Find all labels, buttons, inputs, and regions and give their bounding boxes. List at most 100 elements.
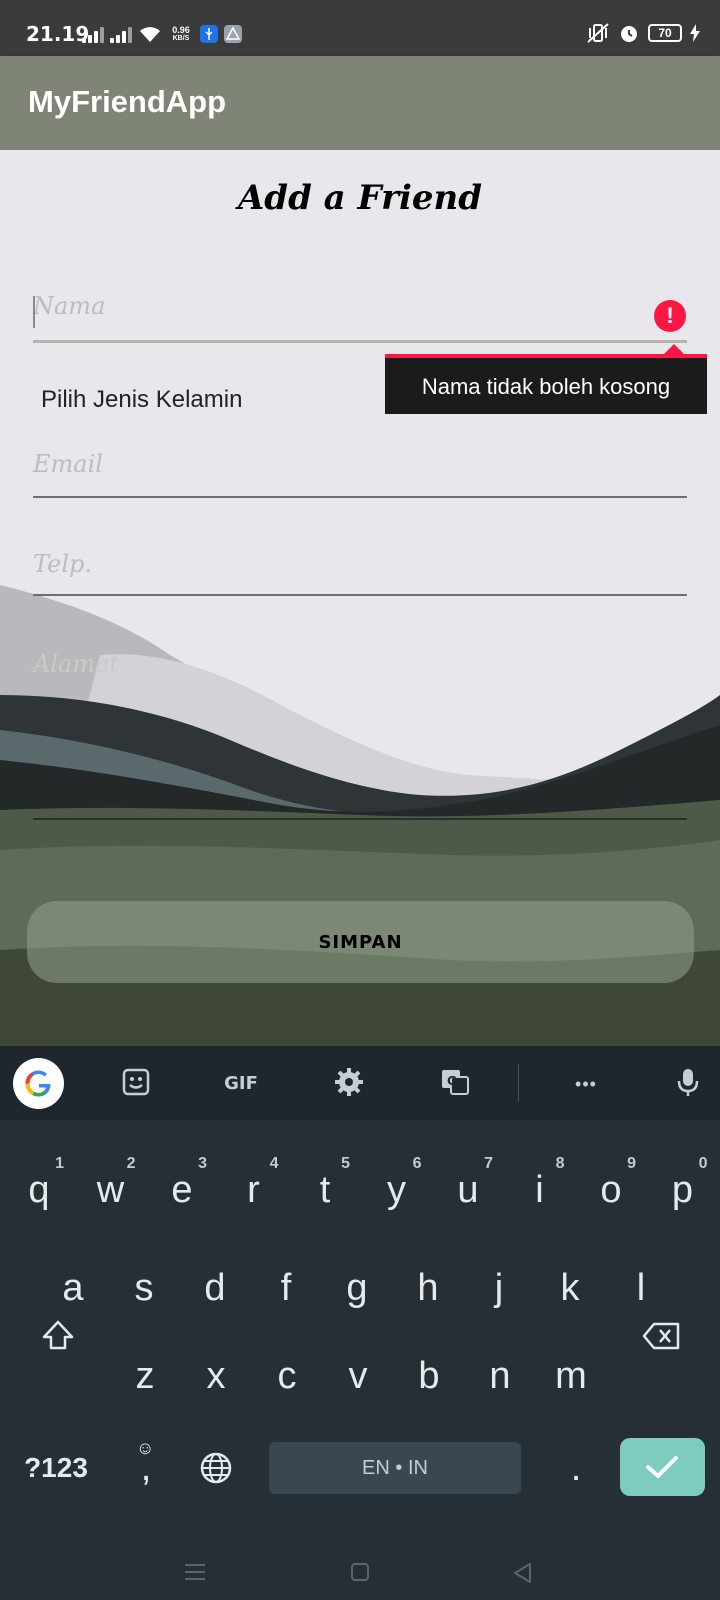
check-icon — [646, 1456, 678, 1478]
key-label: e — [171, 1169, 193, 1211]
home-nav-icon[interactable] — [350, 1562, 370, 1582]
backspace-key[interactable] — [626, 1296, 698, 1376]
key-hint: 7 — [484, 1155, 493, 1172]
key-s[interactable]: s — [109, 1248, 179, 1328]
key-j[interactable]: j — [464, 1248, 534, 1328]
vibrate-icon — [587, 23, 609, 43]
key-hint: 0 — [698, 1155, 708, 1172]
symbols-key[interactable]: ?123 — [14, 1428, 98, 1508]
email-underline — [33, 496, 687, 498]
page-heading: Add a Friend — [237, 178, 483, 218]
key-z[interactable]: z — [110, 1336, 180, 1416]
key-label: q — [28, 1169, 50, 1211]
signal-icon — [82, 25, 104, 43]
key-label: y — [387, 1169, 406, 1211]
gender-spinner[interactable]: Pilih Jenis Kelamin — [41, 386, 242, 414]
phone-placeholder: Telp. — [33, 550, 93, 578]
status-bar: 21.19 0.96 KB/S 70 — [0, 0, 720, 56]
name-placeholder: Nama — [33, 292, 106, 320]
system-nav-bar — [0, 1546, 720, 1600]
battery-icon: 70 — [648, 24, 682, 42]
status-left-icons: 0.96 KB/S — [82, 22, 242, 46]
key-c[interactable]: c — [252, 1336, 322, 1416]
mic-icon[interactable] — [670, 1066, 706, 1102]
app-title: MyFriendApp — [28, 84, 227, 119]
key-label: o — [600, 1169, 622, 1211]
phone-field[interactable]: Telp. — [33, 550, 687, 602]
key-h[interactable]: h — [393, 1248, 463, 1328]
period-key[interactable]: . — [548, 1428, 604, 1508]
email-placeholder: Email — [33, 450, 103, 478]
language-key[interactable] — [188, 1428, 244, 1508]
key-y[interactable]: 6y — [362, 1150, 432, 1230]
add-friend-form: Add a Friend Nama ! Pilih Jenis Kelamin … — [0, 150, 720, 1046]
key-u[interactable]: 7u — [433, 1150, 503, 1230]
key-w[interactable]: 2w — [76, 1150, 146, 1230]
alarm-icon — [621, 26, 637, 42]
keyboard-toolbar: GIF G ••• — [0, 1046, 720, 1120]
signal-icon — [110, 25, 132, 43]
key-k[interactable]: k — [535, 1248, 605, 1328]
soft-keyboard: GIF G ••• 1q2w3e4r5t6y7u8i9o0p asdfghjkl… — [0, 1046, 720, 1600]
key-t[interactable]: 5t — [290, 1150, 360, 1230]
email-field[interactable]: Email — [33, 450, 687, 502]
more-icon[interactable]: ••• — [566, 1066, 606, 1102]
app-notification-icon — [224, 25, 242, 43]
enter-key[interactable] — [620, 1438, 705, 1496]
space-key[interactable]: EN • IN — [269, 1442, 521, 1494]
key-x[interactable]: x — [181, 1336, 251, 1416]
key-g[interactable]: g — [322, 1248, 392, 1328]
key-hint: 9 — [627, 1155, 636, 1172]
key-e[interactable]: 3e — [147, 1150, 217, 1230]
key-p[interactable]: 0p — [648, 1150, 718, 1230]
phone-underline — [33, 594, 687, 596]
key-f[interactable]: f — [251, 1248, 321, 1328]
svg-text:G: G — [447, 1074, 457, 1088]
google-logo[interactable] — [13, 1058, 64, 1109]
key-label: i — [535, 1169, 544, 1211]
key-hint: 4 — [269, 1155, 279, 1172]
key-hint: 1 — [55, 1155, 64, 1172]
translate-icon[interactable]: G — [437, 1066, 473, 1102]
key-i[interactable]: 8i — [505, 1150, 575, 1230]
emoji-hint-icon: ☺ — [136, 1438, 155, 1458]
app-bar: MyFriendApp — [0, 56, 720, 150]
name-field[interactable]: Nama — [33, 292, 687, 344]
key-hint: 6 — [412, 1155, 422, 1172]
key-b[interactable]: b — [394, 1336, 464, 1416]
status-right-icons: 70 — [586, 22, 700, 44]
charging-icon — [690, 24, 700, 42]
name-underline — [33, 340, 687, 343]
key-hint: 5 — [341, 1155, 350, 1172]
shift-key[interactable] — [22, 1296, 94, 1376]
back-nav-icon[interactable] — [512, 1562, 534, 1584]
key-label: r — [247, 1169, 260, 1211]
key-hint: 2 — [126, 1155, 136, 1172]
key-v[interactable]: v — [323, 1336, 393, 1416]
key-q[interactable]: 1q — [4, 1150, 74, 1230]
key-hint: 8 — [555, 1155, 565, 1172]
key-label: w — [96, 1169, 125, 1211]
key-o[interactable]: 9o — [576, 1150, 646, 1230]
comma-key[interactable]: ☺ , — [118, 1428, 174, 1508]
settings-icon[interactable] — [331, 1066, 367, 1102]
save-button[interactable]: SIMPAN — [27, 901, 694, 983]
error-icon[interactable]: ! — [654, 300, 686, 332]
key-n[interactable]: n — [465, 1336, 535, 1416]
key-d[interactable]: d — [180, 1248, 250, 1328]
error-tooltip: Nama tidak boleh kosong — [385, 354, 707, 414]
status-time: 21.19 — [26, 22, 90, 46]
gif-button[interactable]: GIF — [216, 1066, 266, 1102]
address-field[interactable]: Alamat — [33, 650, 687, 830]
key-label: p — [671, 1169, 694, 1211]
key-r[interactable]: 4r — [219, 1150, 289, 1230]
key-label: u — [457, 1169, 479, 1211]
toolbar-separator — [518, 1064, 519, 1102]
wifi-icon — [140, 27, 160, 42]
key-hint: 3 — [198, 1155, 207, 1172]
net-speed: 0.96 KB/S — [172, 24, 190, 42]
address-placeholder: Alamat — [33, 650, 120, 678]
sticker-icon[interactable] — [118, 1066, 154, 1102]
key-m[interactable]: m — [536, 1336, 606, 1416]
menu-nav-icon[interactable] — [184, 1562, 206, 1582]
